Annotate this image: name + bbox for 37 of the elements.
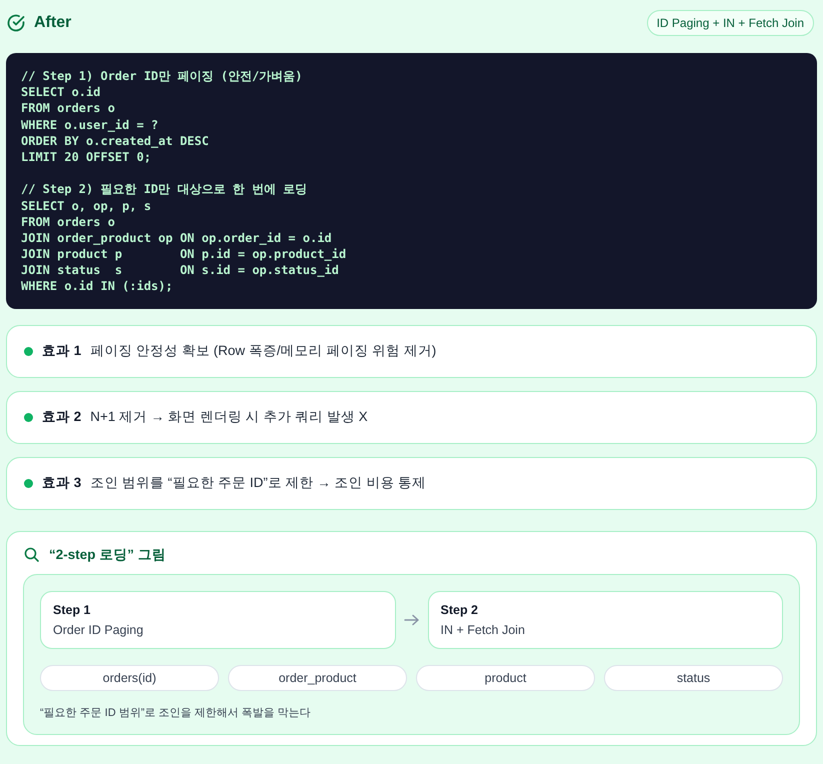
diagram-caption: “필요한 주문 ID 범위”로 조인을 제한해서 폭발을 막는다: [40, 706, 312, 720]
table-chip: orders(id): [40, 664, 219, 691]
step-subtitle: Order ID Paging: [53, 622, 144, 637]
code-line: SELECT o.id: [21, 84, 102, 100]
code-line: JOIN status s ON s.id = op.status_id: [21, 262, 340, 278]
effect-label: 효과 3: [42, 474, 82, 492]
code-line: // Step 1) Order ID만 페이징 (안전/가벼움): [21, 68, 304, 84]
tag-badge: ID Paging + IN + Fetch Join: [646, 10, 814, 36]
table-chip: product: [416, 664, 595, 691]
bullet-dot: [24, 346, 33, 356]
code-line: SELECT o, op, p, s: [21, 198, 152, 214]
code-line: WHERE o.id IN (:ids);: [21, 278, 174, 295]
arrow-icon: [404, 614, 420, 626]
code-line: LIMIT 20 OFFSET 0;: [21, 148, 152, 166]
code-line: WHERE o.user_id = ?: [21, 116, 160, 133]
code-line: FROM orders o: [21, 100, 116, 117]
code-line: // Step 2) 필요한 ID만 대상으로 한 번에 로딩: [21, 181, 308, 198]
effect-text: 조인 범위를 “필요한 주문 ID”로 제한 → 조인 비용 통제: [90, 474, 426, 492]
code-line: ORDER BY o.created_at DESC: [21, 132, 210, 149]
effect-label: 효과 2: [42, 408, 82, 426]
code-line: FROM orders o: [21, 214, 116, 230]
table-chip: status: [604, 664, 783, 691]
effect-text: 페이징 안정성 확보 (Row 폭증/메모리 페이징 위험 제거): [90, 342, 436, 360]
section-title: After: [34, 14, 72, 32]
step-title: Step 1: [53, 602, 92, 617]
bullet-dot: [24, 412, 33, 422]
effect-text: N+1 제거 → 화면 렌더링 시 추가 쿼리 발생 X: [90, 408, 368, 426]
bullet-dot: [24, 478, 33, 488]
code-line: JOIN order_product op ON op.order_id = o.id: [21, 230, 333, 246]
check-circle-icon: [6, 13, 26, 33]
code-line: JOIN product p ON p.id = op.product_id: [21, 246, 348, 262]
step-subtitle: IN + Fetch Join: [440, 622, 526, 637]
effect-label: 효과 1: [42, 342, 82, 360]
table-chip: order_product: [228, 664, 407, 691]
step-title: Step 2: [440, 602, 480, 617]
search-icon: [24, 547, 39, 562]
diagram-title: “2-step 로딩” 그림: [49, 546, 166, 564]
